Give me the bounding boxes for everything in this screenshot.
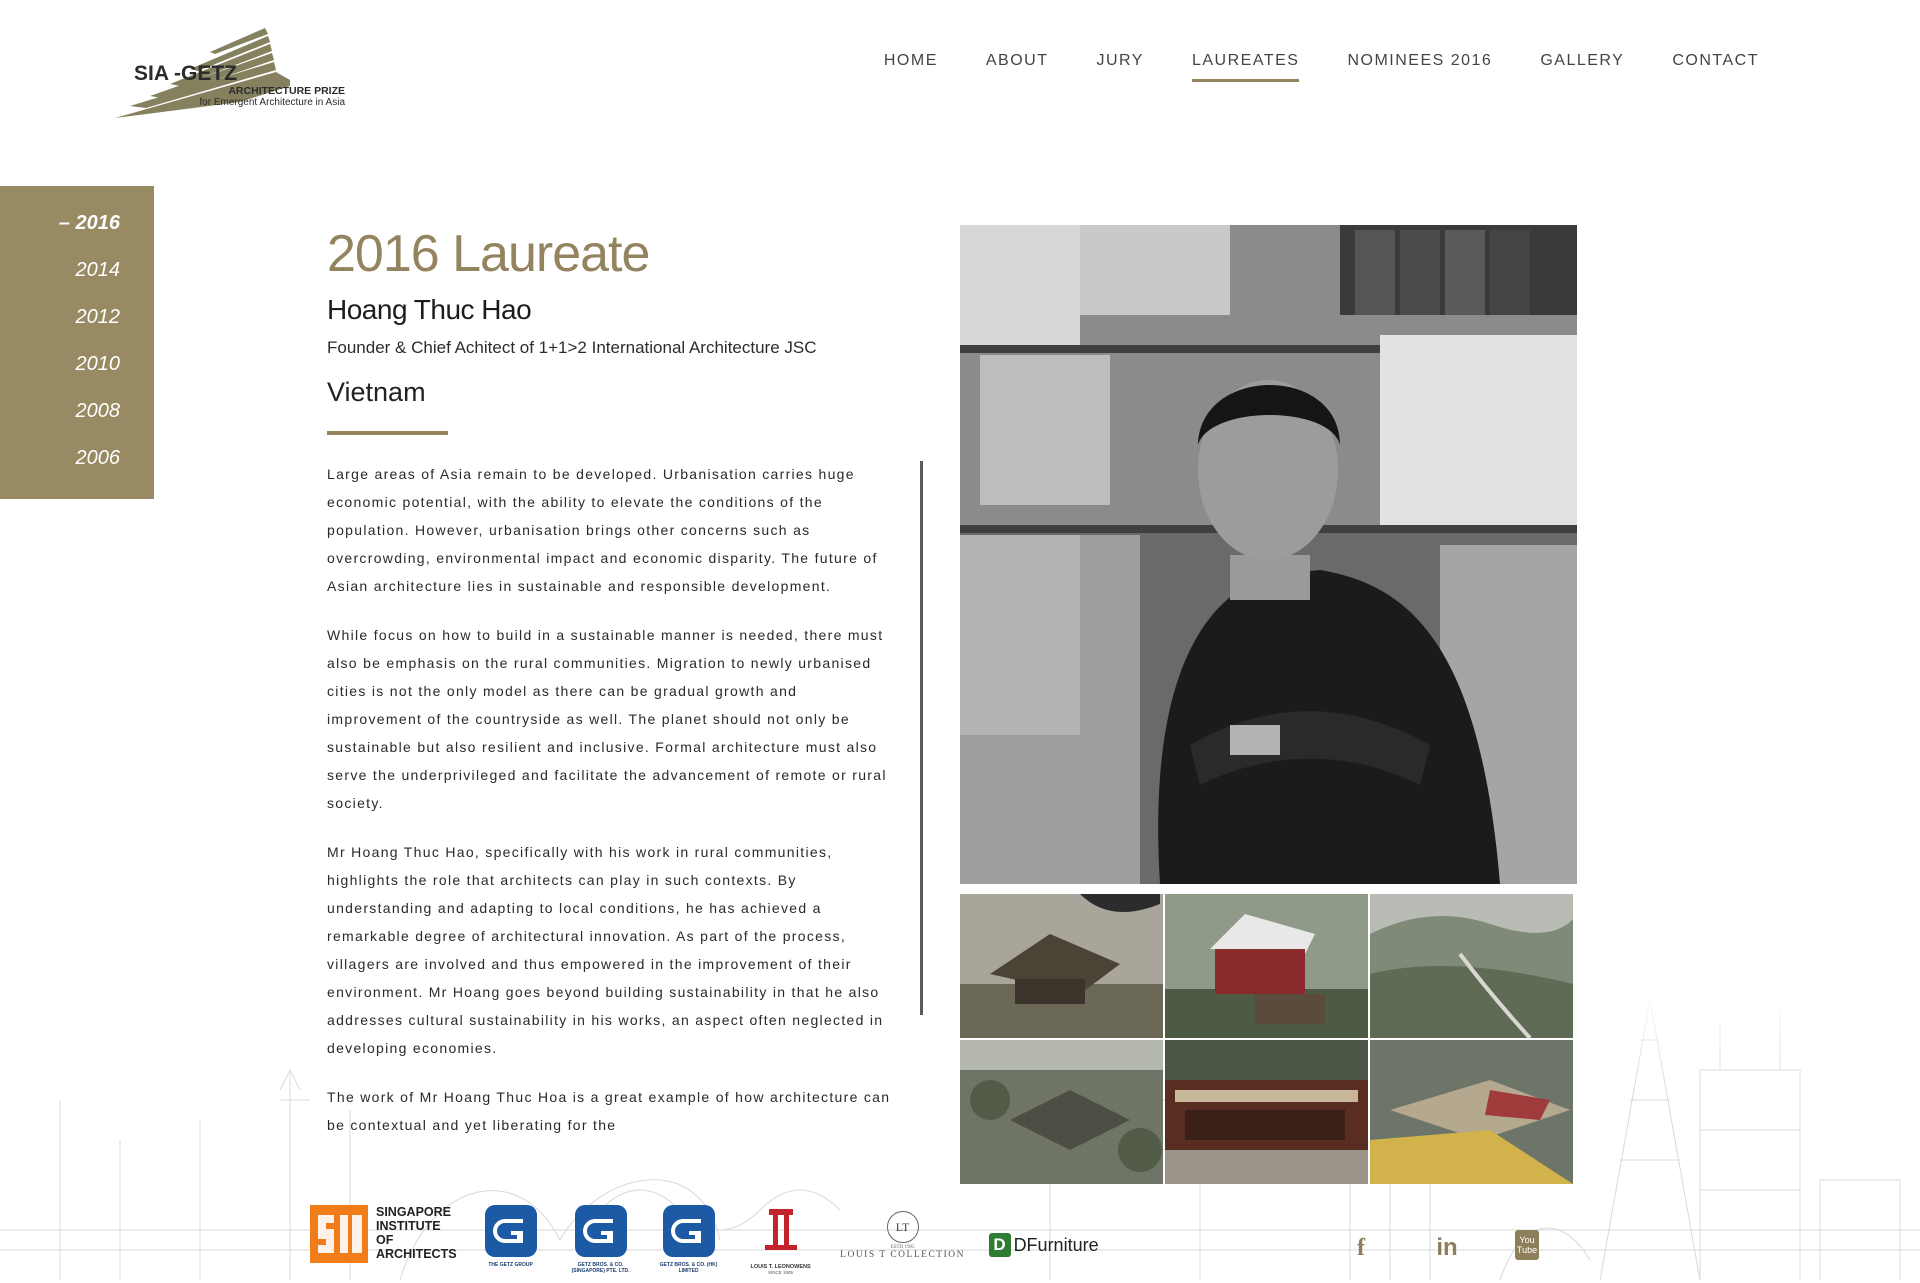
- nav-contact[interactable]: CONTACT: [1648, 50, 1783, 86]
- dfurniture-icon: D: [988, 1233, 1011, 1257]
- laureate-description[interactable]: Large areas of Asia remain to be develop…: [327, 460, 907, 1156]
- leonowens-icon: [764, 1209, 797, 1250]
- sponsor-logos: SINGAPORE INSTITUTE OF ARCHITECTS THE GE…: [310, 1205, 1099, 1275]
- project-gallery: [960, 894, 1574, 1184]
- project-thumbnail[interactable]: [960, 894, 1163, 1038]
- logo-title: SIA -GETZ: [134, 62, 238, 85]
- getz-group-logo[interactable]: THE GETZ GROUP: [477, 1205, 545, 1268]
- logo-tagline: for Emergent Architecture in Asia: [199, 97, 345, 108]
- nav-nominees-2016[interactable]: NOMINEES 2016: [1323, 50, 1516, 86]
- dfurniture-name: DFurniture: [1013, 1234, 1099, 1255]
- getz-caption: GETZ BROS. & CO. (HK) LIMITED: [659, 1262, 718, 1274]
- getz-caption: THE GETZ GROUP: [488, 1262, 533, 1268]
- project-thumbnail[interactable]: [960, 1040, 1163, 1184]
- laureate-country: Vietnam: [327, 377, 426, 407]
- getz-icon: [662, 1205, 715, 1257]
- main-nav: HOME ABOUT JURY LAUREATES NOMINEES 2016 …: [860, 50, 1783, 86]
- getz-hk-logo[interactable]: GETZ BROS. & CO. (HK) LIMITED: [655, 1205, 723, 1274]
- nav-laureates[interactable]: LAUREATES: [1168, 50, 1323, 86]
- lt-name: LOUIS T COLLECTION: [840, 1250, 965, 1260]
- year-2006[interactable]: 2006: [0, 447, 154, 494]
- leonowens-logo[interactable]: LOUIS T. LEONOWENS SINCE 1905: [745, 1205, 817, 1275]
- year-2008[interactable]: 2008: [0, 400, 154, 447]
- sia-name-line: SINGAPORE: [376, 1205, 452, 1219]
- year-2014[interactable]: 2014: [0, 259, 154, 306]
- year-sidebar: – 2016 2014 2012 2010 2008 2006: [0, 186, 154, 499]
- paragraph: The work of Mr Hoang Thuc Hoa is a great…: [327, 1089, 891, 1133]
- getz-icon: [484, 1205, 537, 1257]
- project-thumbnail[interactable]: [1165, 894, 1368, 1038]
- linkedin-icon[interactable]: in: [1429, 1230, 1465, 1266]
- youtube-icon[interactable]: You Tube: [1515, 1230, 1539, 1260]
- youtube-label: You Tube: [1516, 1235, 1538, 1255]
- getz-icon: [574, 1205, 627, 1257]
- lt-monogram: LT: [886, 1211, 919, 1243]
- sia-name-line: OF: [376, 1233, 394, 1247]
- louis-t-collection-logo[interactable]: LT ESTD 1905 LOUIS T COLLECTION: [839, 1205, 967, 1260]
- getz-singapore-logo[interactable]: GETZ BROS. & CO. (SINGAPORE) PTE. LTD.: [567, 1205, 635, 1274]
- paragraph: Mr Hoang Thuc Hao, specifically with his…: [327, 844, 884, 1056]
- sia-name-line: INSTITUTE: [376, 1219, 441, 1233]
- leonowens-since: SINCE 1905: [768, 1270, 794, 1275]
- sia-icon: [310, 1205, 368, 1263]
- year-2016[interactable]: – 2016: [0, 212, 154, 259]
- sia-logo[interactable]: SINGAPORE INSTITUTE OF ARCHITECTS: [310, 1205, 457, 1263]
- nav-home[interactable]: HOME: [860, 50, 962, 86]
- title-divider: [327, 431, 448, 435]
- laureate-portrait: [960, 225, 1577, 884]
- laureate-name: Hoang Thuc Hao: [327, 294, 532, 325]
- logo-subtitle: ARCHITECTURE PRIZE: [228, 85, 345, 97]
- year-2012[interactable]: 2012: [0, 306, 154, 353]
- dfurniture-logo[interactable]: D DFurniture: [988, 1233, 1099, 1257]
- project-thumbnail[interactable]: [1370, 1040, 1573, 1184]
- project-thumbnail[interactable]: [1165, 1040, 1368, 1184]
- page-title: 2016 Laureate: [327, 225, 650, 283]
- social-links: f in You Tube: [1343, 1230, 1539, 1266]
- nav-jury[interactable]: JURY: [1072, 50, 1168, 86]
- nav-gallery[interactable]: GALLERY: [1516, 50, 1648, 86]
- paragraph: While focus on how to build in a sustain…: [327, 627, 887, 811]
- sia-name-line: ARCHITECTS: [376, 1247, 457, 1261]
- getz-caption: GETZ BROS. & CO. (SINGAPORE) PTE. LTD.: [571, 1262, 630, 1274]
- project-thumbnail[interactable]: [1370, 894, 1573, 1038]
- laureate-role: Founder & Chief Achitect of 1+1>2 Intern…: [327, 338, 817, 357]
- year-2010[interactable]: 2010: [0, 353, 154, 400]
- facebook-icon[interactable]: f: [1343, 1230, 1379, 1266]
- paragraph: Large areas of Asia remain to be develop…: [327, 466, 878, 594]
- nav-about[interactable]: ABOUT: [962, 50, 1073, 86]
- description-scrollbar[interactable]: [920, 461, 923, 1015]
